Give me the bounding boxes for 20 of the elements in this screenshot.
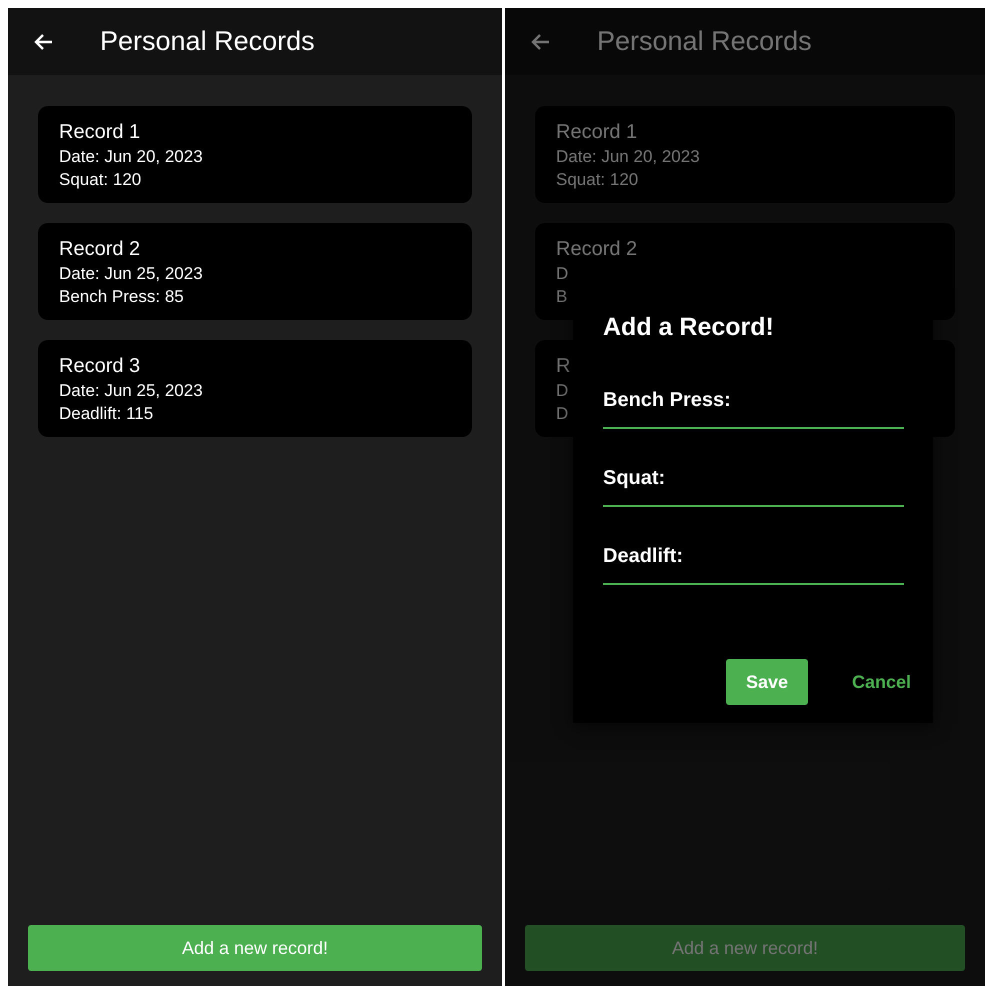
record-title: R — [556, 354, 570, 379]
record-detail: Squat: 120 — [556, 169, 638, 191]
record-detail: Date: Jun 25, 2023 — [59, 380, 203, 402]
record-title: Record 1 — [556, 120, 638, 145]
record-detail: Date: Jun 20, 2023 — [59, 146, 203, 168]
record-detail: Date: Jun 25, 2023 — [59, 263, 203, 285]
record-detail: D — [556, 403, 568, 425]
record-detail: Date: Jun 20, 2023 — [556, 146, 700, 168]
record-detail: D — [556, 263, 568, 285]
record-title: Record 2 — [556, 237, 638, 262]
record-detail: Squat: 120 — [59, 169, 142, 191]
record-title: Record 1 — [59, 120, 140, 145]
record-detail: Deadlift: 115 — [59, 403, 154, 425]
screen-title: Personal Records — [100, 26, 315, 57]
record-title: Record 3 — [59, 354, 140, 379]
record-detail: D — [556, 380, 568, 402]
record-detail: B — [556, 286, 568, 308]
record-detail: Bench Press: 85 — [59, 286, 184, 308]
screen-title: Personal Records — [597, 26, 812, 57]
record-title: Record 2 — [59, 237, 140, 262]
